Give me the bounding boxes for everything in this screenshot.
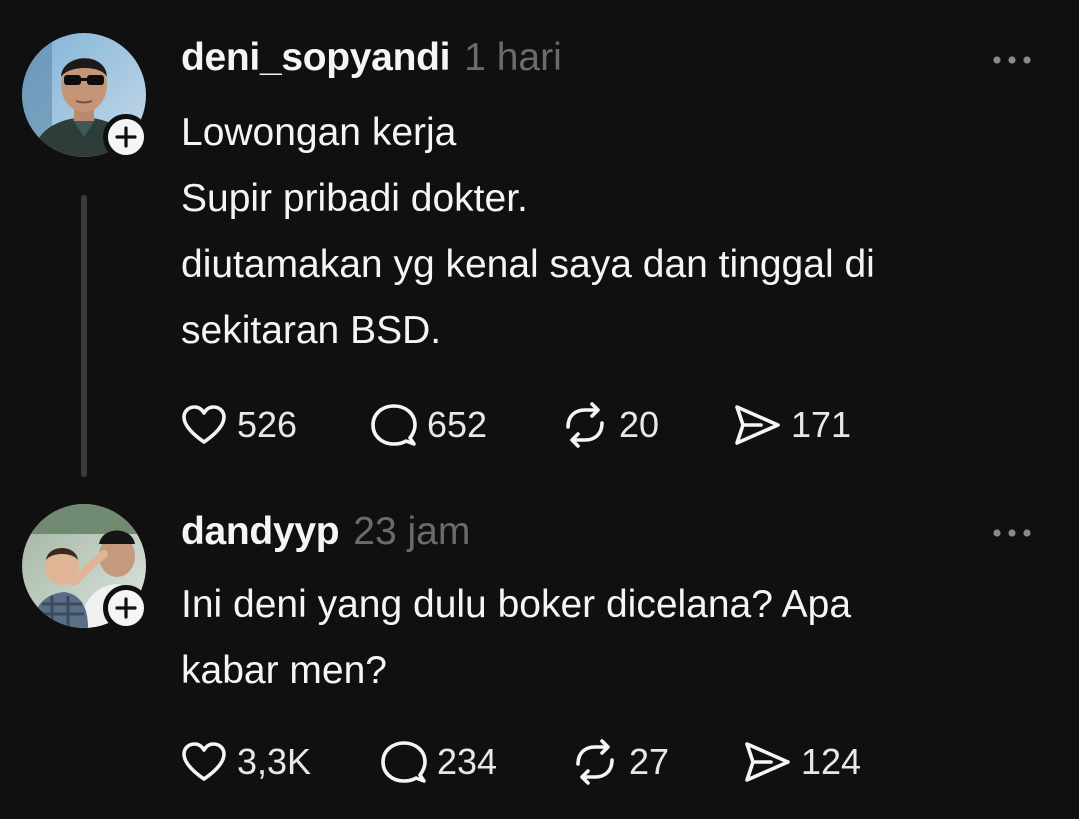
repost-button[interactable]: 20 [561,400,659,450]
reply-button[interactable]: 652 [371,400,487,450]
send-icon [735,405,780,445]
post-body-line: Supir pribadi dokter. [181,177,528,220]
share-count: 124 [801,741,862,782]
plus-icon [115,597,137,619]
share-button[interactable]: 171 [733,400,851,450]
share-count: 171 [791,404,852,445]
like-button[interactable]: 526 [181,400,297,450]
comment-icon [381,741,427,783]
repost-count: 20 [619,404,660,445]
avatar-container [22,504,149,631]
timestamp: 23 jam [353,510,471,553]
repost-icon [566,402,604,448]
repost-icon [576,739,614,785]
timestamp: 1 hari [464,36,562,79]
more-icon[interactable] [986,523,1038,543]
follow-button[interactable] [103,114,149,160]
thread-post: dandyyp 23 jam Ini deni yang dulu boker … [0,480,1079,819]
share-button[interactable]: 124 [743,737,861,787]
heart-icon [182,742,226,781]
thread-line [81,195,87,477]
post-body: Lowongan kerja Supir pribadi dokter. diu… [181,100,1041,364]
repost-count: 27 [629,741,670,782]
post-body-line: Ini deni yang dulu boker dicelana? Apa [181,583,852,626]
avatar-container [22,33,149,160]
post-header: deni_sopyandi 1 hari [181,36,562,86]
post-header: dandyyp 23 jam [181,510,470,560]
repost-button[interactable]: 27 [571,737,669,787]
heart-icon [182,405,226,444]
more-icon[interactable] [986,50,1038,70]
reply-button[interactable]: 234 [381,737,497,787]
comment-icon [371,404,417,446]
username[interactable]: deni_sopyandi [181,36,450,80]
reply-count: 652 [427,404,488,445]
like-count: 3,3K [237,741,312,782]
plus-icon [115,126,137,148]
post-body-line: kabar men? [181,649,387,692]
post-body: Ini deni yang dulu boker dicelana? Apa k… [181,572,1041,704]
post-body-line: Lowongan kerja [181,111,457,154]
send-icon [745,742,790,782]
thread-post: deni_sopyandi 1 hari Lowongan kerja Supi… [0,0,1079,480]
post-body-line: diutamakan yg kenal saya dan tinggal di [181,243,875,286]
post-body-line: sekitaran BSD. [181,309,442,352]
like-button[interactable]: 3,3K [181,737,311,787]
like-count: 526 [237,404,298,445]
reply-count: 234 [437,741,498,782]
username[interactable]: dandyyp [181,510,340,554]
follow-button[interactable] [103,585,149,631]
